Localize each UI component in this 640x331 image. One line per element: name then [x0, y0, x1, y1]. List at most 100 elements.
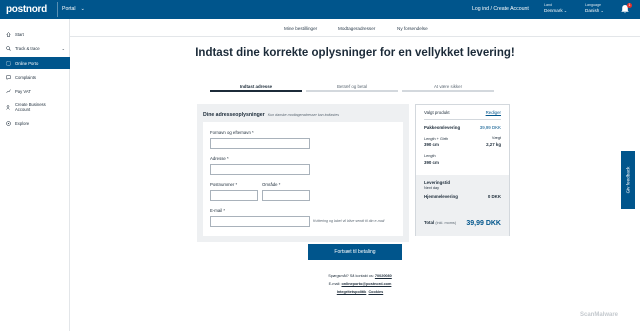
email-hint: Kvittering og label vil blive sendt til … [313, 219, 385, 223]
address-field[interactable] [210, 164, 310, 175]
compass-icon [4, 120, 12, 126]
sidebar-item-pay-vat[interactable]: Pay VAT [0, 86, 70, 96]
weight-value: 2,27 kg [486, 142, 501, 147]
form-inner: Fornavn og efternavn * Adresse * Postnum… [203, 122, 403, 236]
progress-steps: Indtast adresse Betræf og betal At være … [210, 84, 494, 94]
sidebar-item-label: Create Business Account [15, 102, 46, 112]
continue-to-payment-button[interactable]: Fortsæt til betaling [308, 244, 402, 260]
watermark: ScanMalware [580, 312, 619, 318]
step-confirm-pay: Betræf og betal [306, 84, 398, 92]
edit-link[interactable]: Rediger [486, 110, 501, 115]
subnav-new-shipment[interactable]: Ny forsendelse [397, 26, 428, 31]
delivery-price: 0 DKK [487, 194, 501, 199]
delivery-section: Leveringstid Next day Hjemmelevering 0 D… [416, 175, 509, 211]
subnav-my-orders[interactable]: Mine bestillinger [284, 26, 317, 31]
weight-label: Vægt [491, 136, 501, 140]
user-plus-icon [4, 104, 12, 110]
country-value: Denmark [544, 8, 563, 13]
chevron-down-icon: ⌄ [80, 6, 85, 12]
delivery-method-row: Hjemmelevering 0 DKK [424, 194, 501, 199]
sidebar-item-label: Pay VAT [15, 88, 31, 94]
step-label: Indtast adresse [239, 84, 273, 89]
step-bar [210, 90, 302, 92]
sidebar-item-label: Online Porto [15, 60, 39, 66]
dimensions-row: Length + Girth Vægt [424, 136, 501, 141]
page-title: Indtast dine korrekte oplysninger for en… [195, 47, 515, 59]
footer-email-label: E-mail: [328, 282, 341, 286]
dimension-value: 390 cm [424, 142, 439, 147]
step-bar [306, 90, 398, 92]
total-note: (inkl. moms) [435, 221, 457, 225]
order-summary: Valgt produkt Rediger Pakkeomlevering 39… [415, 104, 510, 236]
sidebar-item-explore[interactable]: Explore [0, 118, 70, 128]
total-section: Total (inkl. moms) 39,99 DKK [416, 211, 509, 236]
email-link[interactable]: onlineporto@postnord.com [341, 282, 391, 286]
cookies-link[interactable]: Cookies [368, 290, 383, 294]
country-selector[interactable]: Land Denmark ⌄ [544, 3, 567, 13]
postcode-label: Postnummer * [210, 182, 238, 187]
feedback-label: Giv feedback [625, 166, 631, 194]
footer-links: Integritetspolitik Cookies [260, 290, 460, 294]
notification-badge: 1 [627, 3, 632, 8]
language-selector[interactable]: Language Danish ⌄ [585, 3, 604, 13]
step-label: At være sikker [433, 84, 463, 89]
language-label: Language [585, 3, 601, 7]
city-field[interactable] [262, 190, 310, 201]
money-icon [4, 88, 12, 94]
sidebar-item-create-business-account[interactable]: Create Business Account [0, 100, 70, 114]
sidebar-item-label: Start [15, 31, 24, 37]
sidebar-item-start[interactable]: Start [0, 29, 70, 39]
postnord-logo[interactable]: postnord [6, 4, 47, 15]
bell-icon[interactable]: 1 [620, 3, 632, 14]
name-label: Fornavn og efternavn * [210, 130, 254, 135]
postcode-field[interactable] [210, 190, 258, 201]
form-title: Dine adresseoplysninger [203, 112, 265, 118]
step-bar [402, 90, 494, 92]
sidebar-item-label: Complaints [15, 74, 36, 80]
feedback-tab[interactable]: Giv feedback [621, 151, 635, 209]
total-label: Total [424, 220, 435, 225]
footer-questions: Spørgsmål? Så kontakt os: [328, 274, 374, 278]
privacy-link[interactable]: Integritetspolitik [337, 290, 367, 294]
chevron-down-icon[interactable]: ⌄ [62, 46, 65, 51]
summary-title: Valgt produkt [424, 110, 450, 115]
form-header-hint: Kun danske modtageradresser kan indtaste… [267, 113, 340, 117]
stamp-icon [4, 61, 12, 66]
chevron-down-icon: ⌄ [563, 8, 568, 13]
dimensions-values: 390 cm 2,27 kg [424, 142, 501, 147]
sidebar-item-complaints[interactable]: Complaints [0, 72, 70, 82]
login-link[interactable]: Log ind / Create Account [472, 6, 529, 12]
footer-email: E-mail: onlineporto@postnord.com [260, 282, 460, 286]
chevron-down-icon: ⌄ [600, 8, 604, 13]
sidebar-item-label: Track & trace [15, 45, 40, 51]
search-icon [4, 45, 12, 51]
step-enter-address: Indtast adresse [210, 84, 302, 92]
address-form-card: Dine adresseoplysninger Kun danske modtag… [197, 104, 409, 242]
language-value: Danish [585, 8, 600, 13]
delivery-title: Leveringstid [424, 180, 451, 185]
total-value: 39,99 DKK [466, 220, 501, 227]
subnav-recipient-addresses[interactable]: Modtageradresser [338, 26, 375, 31]
summary-header: Valgt produkt Rediger [424, 110, 501, 115]
portal-menu[interactable]: Portal ⌄ [57, 2, 85, 17]
email-field[interactable] [210, 216, 310, 227]
email-label: E-mail * [210, 208, 226, 213]
divider [424, 119, 501, 120]
phone-link[interactable]: 70020080 [375, 274, 392, 278]
footer-contact: Spørgsmål? Så kontakt os: 70020080 [260, 274, 460, 278]
sidebar-item-online-porto[interactable]: Online Porto [0, 57, 70, 69]
total-row: Total (inkl. moms) 39,99 DKK [424, 220, 501, 227]
sidebar-item-label: Explore [15, 120, 30, 126]
city-label: Område * [262, 182, 281, 187]
product-price: 39,99 DKK [479, 125, 501, 130]
country-label: Land [544, 3, 552, 7]
top-bar: postnord Portal ⌄ Log ind / Create Accoun… [0, 0, 640, 19]
delivery-time: Next day [424, 186, 439, 190]
length-value: 390 cm [424, 160, 439, 165]
sub-navigation: Mine bestillinger Modtageradresser Ny fo… [70, 19, 640, 37]
name-field[interactable] [210, 138, 310, 149]
address-label: Adresse * [210, 156, 229, 161]
step-label: Betræf og betal [336, 84, 368, 89]
step-be-sure: At være sikker [402, 84, 494, 92]
sidebar-item-track-trace[interactable]: Track & trace ⌄ [0, 43, 70, 53]
